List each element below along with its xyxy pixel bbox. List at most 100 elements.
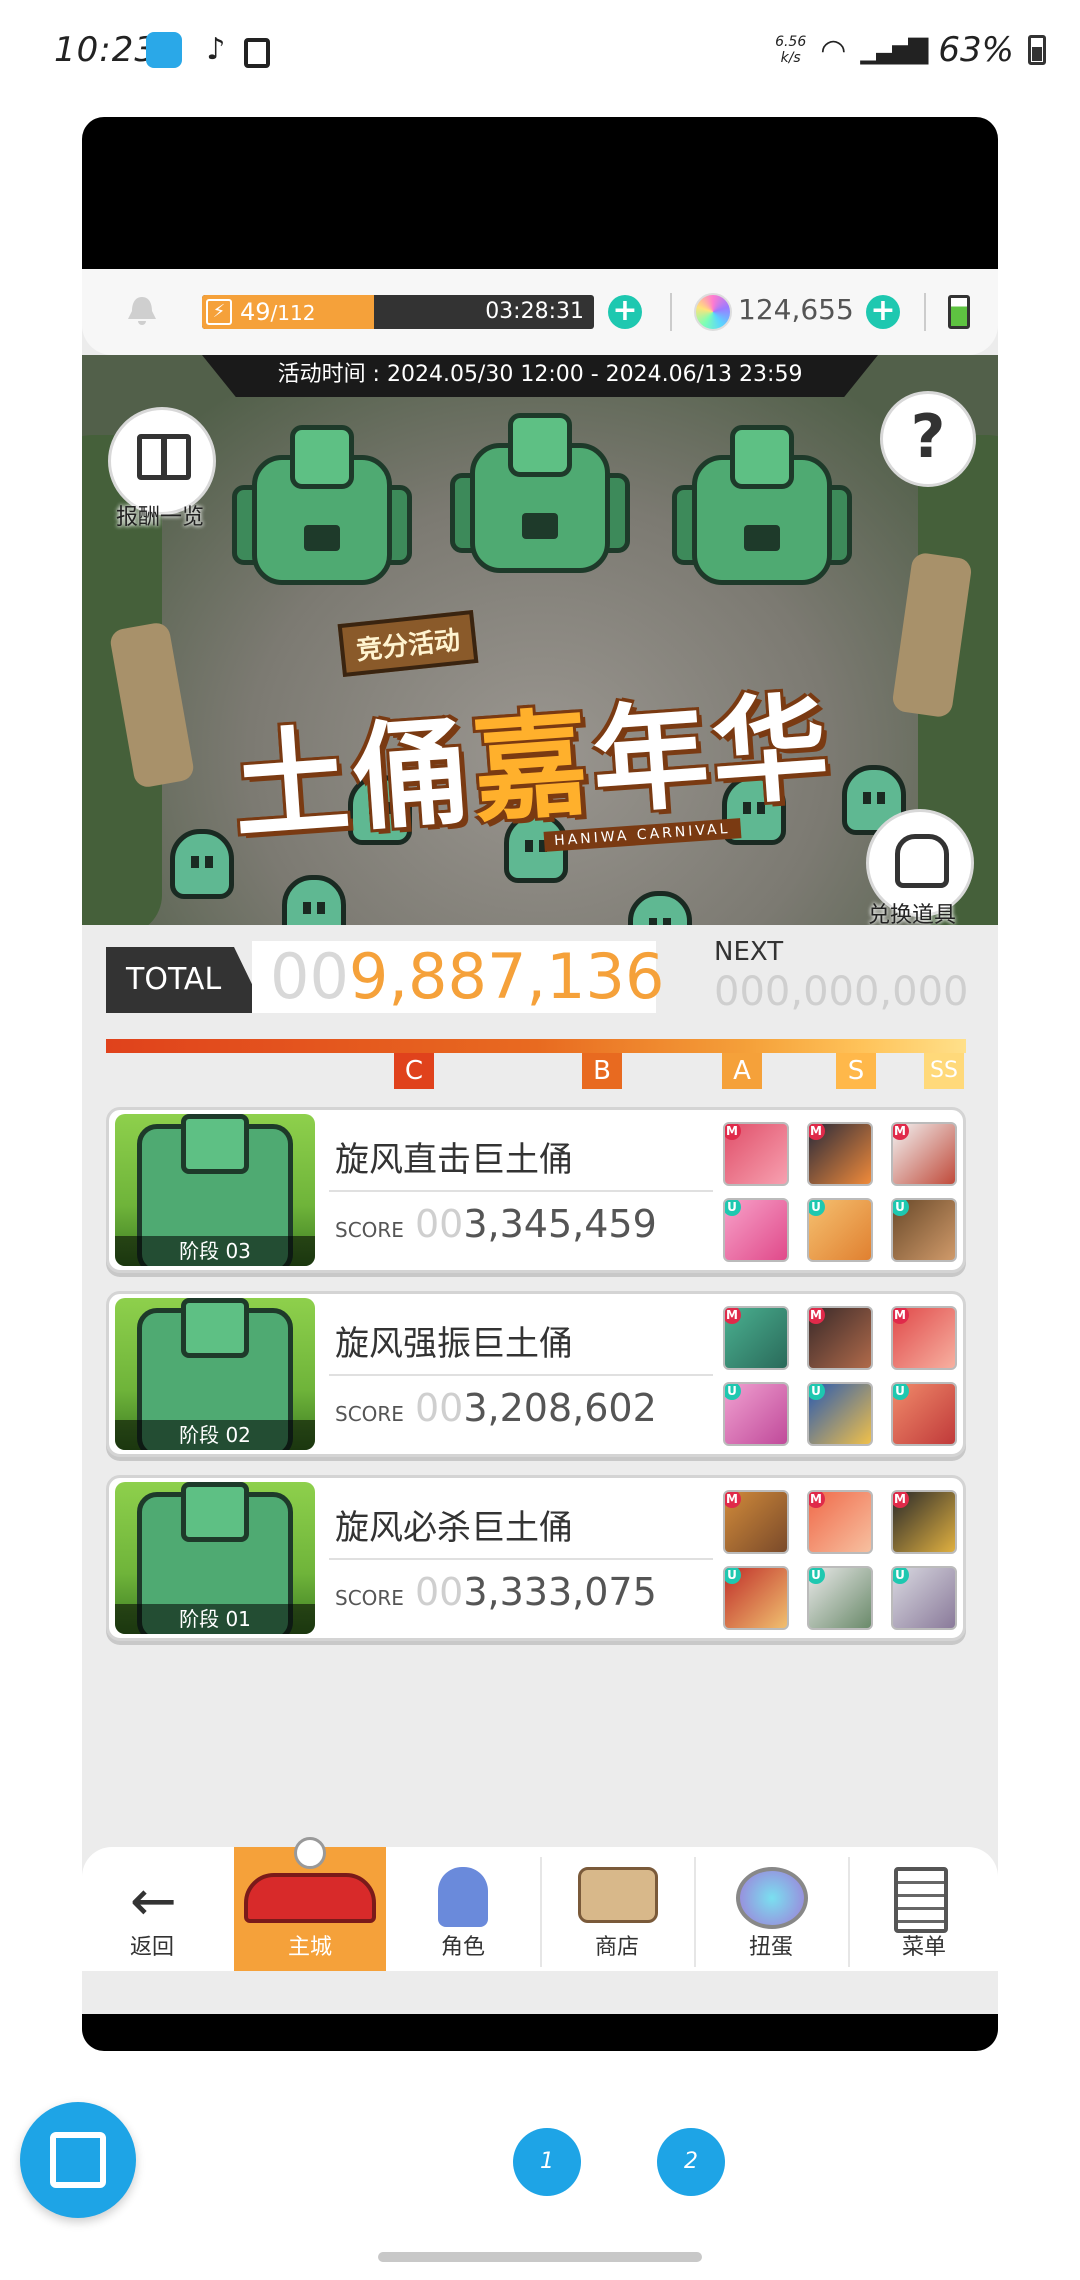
nav-characters[interactable]: 角色 [388, 1847, 538, 1971]
bag-icon [895, 834, 949, 888]
net-speed: 6.56 k/s [775, 34, 807, 66]
exchange-items-label: 兑换道具 [868, 903, 957, 925]
avatar: M [891, 1306, 957, 1370]
rank-progress-fill [106, 1039, 966, 1053]
floating-window-button[interactable] [20, 2102, 136, 2218]
nav-shop[interactable]: 商店 [542, 1847, 692, 1971]
bell-icon[interactable] [124, 293, 160, 329]
rank-c: C [394, 1053, 434, 1089]
nav-main-city[interactable]: 主城 [234, 1837, 386, 1971]
avatar: U [807, 1566, 873, 1630]
page-1-button[interactable]: 1 [513, 2128, 581, 2196]
boss-name: 旋风强振巨土俑 [335, 1324, 573, 1364]
boss-stage: 阶段 01 [115, 1604, 315, 1634]
avatar: M [723, 1490, 789, 1554]
score-label: SCORE [335, 1218, 404, 1242]
lock-icon [244, 38, 270, 68]
boss-thumbnail: 阶段 03 [115, 1114, 315, 1266]
boss-name: 旋风直击巨土俑 [335, 1140, 573, 1180]
device-battery-icon [948, 295, 970, 329]
divider [329, 1374, 713, 1376]
score-label: SCORE [335, 1586, 404, 1610]
bottom-nav: ← 返回 主城 角色 商店 扭蛋 菜单 [82, 1837, 998, 1971]
golem-boss [232, 425, 412, 595]
home-indicator[interactable] [378, 2252, 702, 2262]
boss-stage: 阶段 03 [115, 1236, 315, 1266]
character-icon [438, 1867, 488, 1927]
question-icon: ? [910, 402, 946, 472]
signal-icon: ▁▃▅▇ [860, 35, 928, 65]
boss-thumbnail: 阶段 01 [115, 1482, 315, 1634]
divider [329, 1558, 713, 1560]
boss-score: 003,333,075 [415, 1570, 657, 1614]
boss-row[interactable]: 阶段 02 旋风强振巨土俑 SCORE 003,208,602 M M M U … [106, 1291, 966, 1457]
add-stamina-button[interactable]: + [608, 295, 642, 329]
next-score: 000,000,000 [714, 969, 969, 1015]
event-subtitle: 竞分活动 [337, 610, 479, 677]
boss-stage: 阶段 02 [115, 1420, 315, 1450]
nav-menu[interactable]: 菜单 [850, 1847, 998, 1971]
party-avatars: M M M U U U [723, 1306, 959, 1446]
status-bar: 10:23 ♪ 6.56 k/s ◠ ▁▃▅▇ 63% [0, 0, 1080, 105]
divider [329, 1190, 713, 1192]
battery-icon [1028, 35, 1046, 65]
boss-name: 旋风必杀巨土俑 [335, 1508, 573, 1548]
rank-s: S [836, 1053, 876, 1089]
help-button[interactable]: ? [880, 391, 976, 487]
rewards-list-label: 报酬一览 [116, 505, 205, 530]
total-label: TOTAL [106, 947, 266, 1013]
golem-boss [672, 425, 852, 595]
pinball-icon [294, 1837, 326, 1869]
resource-bar: ⚡ 49/112 03:28:31 + 124,655 + [82, 269, 998, 355]
stamina-bar: ⚡ 49/112 03:28:31 [202, 295, 594, 329]
stamina-value: 49/112 [240, 298, 316, 326]
mini-haniwa [282, 875, 346, 925]
rank-a: A [722, 1053, 762, 1089]
gem-icon [694, 293, 732, 331]
mini-haniwa [170, 829, 234, 899]
game-screen: ⚡ 49/112 03:28:31 + 124,655 + 活动时间 : 202… [82, 269, 998, 2014]
rank-b: B [582, 1053, 622, 1089]
avatar: U [807, 1382, 873, 1446]
lightning-icon: ⚡ [206, 299, 232, 325]
menu-list-icon [894, 1867, 948, 1933]
avatar: U [891, 1382, 957, 1446]
nav-gacha[interactable]: 扭蛋 [696, 1847, 846, 1971]
boss-row[interactable]: 阶段 01 旋风必杀巨土俑 SCORE 003,333,075 M M M U … [106, 1475, 966, 1641]
party-avatars: M M M U U U [723, 1490, 959, 1630]
boss-row[interactable]: 阶段 03 旋风直击巨土俑 SCORE 003,345,459 M M M U … [106, 1107, 966, 1273]
cube-icon [50, 2132, 106, 2188]
divider [924, 293, 926, 331]
stamina-timer: 03:28:31 [485, 299, 584, 324]
gem-count: 124,655 [738, 293, 854, 326]
add-gems-button[interactable]: + [866, 295, 900, 329]
avatar: M [891, 1490, 957, 1554]
event-time: 活动时间 : 2024.05/30 12:00 - 2024.06/13 23:… [202, 355, 878, 397]
golem-boss [450, 413, 630, 583]
event-banner: 活动时间 : 2024.05/30 12:00 - 2024.06/13 23:… [82, 355, 998, 925]
party-avatars: M M M U U U [723, 1122, 959, 1262]
rank-progress-bar [106, 1039, 966, 1053]
rank-ss: SS [924, 1053, 964, 1089]
avatar: M [807, 1122, 873, 1186]
shop-icon [578, 1867, 658, 1923]
music-note-icon: ♪ [206, 32, 226, 67]
avatar: M [723, 1122, 789, 1186]
gift-icon [137, 434, 191, 480]
avatar: U [723, 1198, 789, 1262]
wifi-icon: ◠ [820, 32, 847, 68]
boss-thumbnail: 阶段 02 [115, 1298, 315, 1450]
avatar: U [891, 1566, 957, 1630]
main-city-icon [244, 1873, 376, 1923]
avatar: U [807, 1198, 873, 1262]
mini-haniwa [628, 891, 692, 925]
score-label: SCORE [335, 1402, 404, 1426]
avatar: U [723, 1566, 789, 1630]
avatar: M [891, 1122, 957, 1186]
nav-back[interactable]: ← 返回 [82, 1847, 222, 1971]
app-notification-icon [146, 32, 182, 68]
next-label: NEXT [714, 937, 784, 967]
game-frame: ⚡ 49/112 03:28:31 + 124,655 + 活动时间 : 202… [82, 117, 998, 2051]
boss-score: 003,208,602 [415, 1386, 657, 1430]
page-2-button[interactable]: 2 [657, 2128, 725, 2196]
